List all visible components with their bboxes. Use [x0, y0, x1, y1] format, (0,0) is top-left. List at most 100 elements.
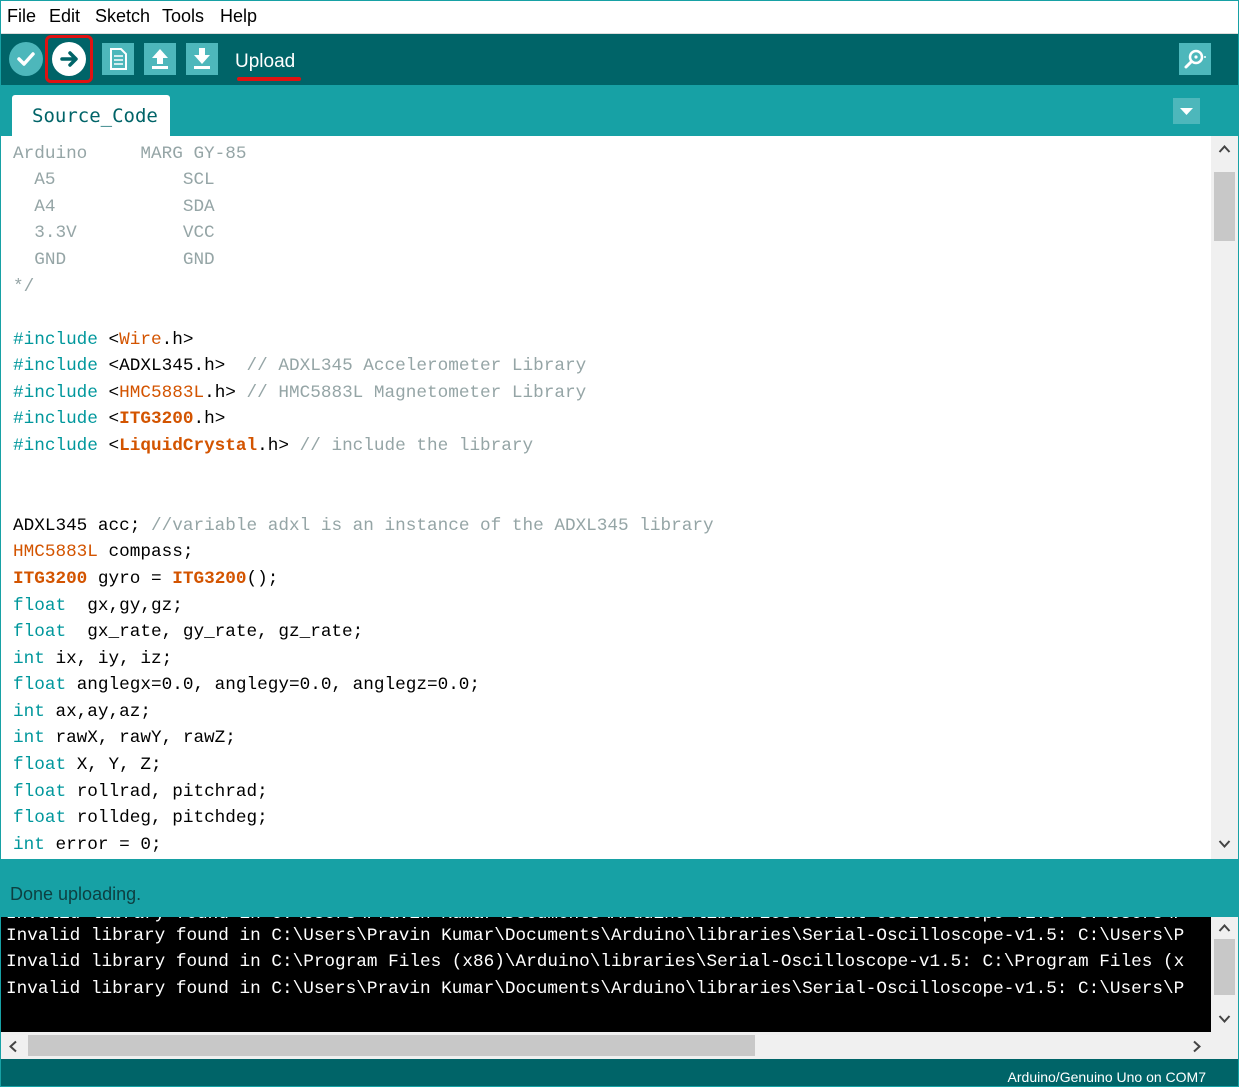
console-line: Invalid library found in C:\Users\Pravin… — [6, 926, 1185, 946]
library-name: ITG3200 — [119, 409, 194, 429]
code-text: gyro = — [87, 569, 173, 589]
code-line: ITG3200 gyro = ITG3200(); — [13, 566, 278, 592]
toolbar: Upload — [1, 34, 1238, 85]
code-line: int rawX, rawY, rawZ; — [13, 725, 236, 751]
status-bar: Done uploading. — [1, 859, 1238, 917]
code-line: GND GND — [13, 250, 215, 270]
library-name: LiquidCrystal — [119, 436, 258, 456]
new-button[interactable] — [102, 43, 134, 75]
library-name: ITG3200 — [13, 569, 88, 589]
preprocessor-keyword: #include — [13, 409, 98, 429]
type-keyword: float — [13, 675, 67, 695]
type-keyword: float — [13, 755, 67, 775]
tab-label: Source_Code — [32, 105, 158, 127]
scroll-down-icon[interactable] — [1218, 1014, 1231, 1024]
code-line: float rolldeg, pitchdeg; — [13, 805, 268, 831]
code-text: ADXL345.h> — [119, 356, 226, 376]
code-line: float rollrad, pitchrad; — [13, 779, 268, 805]
code-line: int error = 0; — [13, 832, 162, 858]
scroll-right-icon[interactable] — [1192, 1040, 1202, 1053]
code-text: gx,gy,gz; — [66, 596, 183, 616]
code-text: anglegx=0.0, anglegy=0.0, anglegz=0.0; — [66, 675, 481, 695]
code-line: float anglegx=0.0, anglegy=0.0, anglegz=… — [13, 672, 480, 698]
board-status-bar: Arduino/Genuino Uno on COM7 — [1, 1059, 1238, 1086]
code-editor[interactable]: Arduino MARG GY-85 A5 SCL A4 SDA 3.3V VC… — [1, 136, 1211, 859]
new-file-icon — [110, 48, 127, 70]
scroll-down-icon[interactable] — [1218, 839, 1231, 849]
code-line: HMC5883L compass; — [13, 539, 193, 565]
code-text: ix, iy, iz; — [44, 649, 173, 669]
code-line: int ax,ay,az; — [13, 699, 151, 725]
type-keyword: int — [13, 835, 45, 855]
library-name: ITG3200 — [172, 569, 247, 589]
code-text: ax,ay,az; — [44, 702, 151, 722]
editor-scroll-thumb[interactable] — [1214, 172, 1235, 241]
scroll-up-icon[interactable] — [1218, 923, 1231, 933]
type-keyword: int — [13, 702, 45, 722]
preprocessor-keyword: #include — [13, 383, 98, 403]
code-comment: //variable adxl is an instance of the AD… — [151, 516, 714, 536]
serial-monitor-button[interactable] — [1179, 43, 1211, 75]
code-comment: // include the library — [289, 436, 534, 456]
code-line: */ — [13, 277, 35, 297]
console-scroll-thumb[interactable] — [1214, 939, 1235, 995]
menu-help[interactable]: Help — [220, 6, 257, 27]
console-line: Invalid library found in C:\Users\Pravin… — [6, 979, 1185, 999]
status-message: Done uploading. — [10, 884, 142, 904]
console-horizontal-scrollbar[interactable] — [1, 1032, 1211, 1059]
tab-source-code[interactable]: Source_Code — [12, 95, 170, 136]
scroll-left-icon[interactable] — [8, 1040, 18, 1053]
verify-button[interactable] — [9, 42, 43, 76]
code-comment: // HMC5883L Magnetometer Library — [235, 383, 587, 403]
code-text: X, Y, Z; — [66, 755, 162, 775]
console-output[interactable]: Invalid library found in C:\Users\Pravin… — [1, 917, 1211, 1032]
code-text: .h> — [204, 383, 236, 403]
menu-tools[interactable]: Tools — [162, 6, 204, 27]
preprocessor-keyword: #include — [13, 356, 98, 376]
library-name: HMC5883L — [13, 542, 98, 562]
tab-strip: Source_Code — [1, 85, 1238, 136]
code-text: rawX, rawY, rawZ; — [44, 728, 236, 748]
editor-vertical-scrollbar[interactable] — [1211, 136, 1238, 859]
code-line: #include <LiquidCrystal.h> // include th… — [13, 436, 534, 456]
code-text: rollrad, pitchrad; — [66, 782, 268, 802]
chevron-down-icon — [1180, 108, 1193, 115]
code-line: Arduino MARG GY-85 — [13, 144, 247, 164]
menu-bar: File Edit Sketch Tools Help — [1, 1, 1238, 34]
menu-file[interactable]: File — [7, 6, 36, 27]
tab-menu-button[interactable] — [1173, 98, 1200, 124]
code-line: A5 SCL — [13, 170, 215, 190]
code-line: #include <ADXL345.h> // ADXL345 Accelero… — [13, 356, 587, 376]
arduino-ide-window: File Edit Sketch Tools Help Upload Sourc… — [0, 0, 1239, 1087]
type-keyword: float — [13, 808, 67, 828]
open-button[interactable] — [144, 43, 176, 75]
upload-highlight-box — [45, 35, 93, 83]
type-keyword: float — [13, 782, 67, 802]
console-vertical-scrollbar[interactable] — [1211, 917, 1238, 1032]
board-port-label: Arduino/Genuino Uno on COM7 — [1007, 1069, 1206, 1085]
code-line: int ix, iy, iz; — [13, 646, 172, 672]
code-line: float gx,gy,gz; — [13, 593, 183, 619]
code-text: .h> — [257, 436, 289, 456]
code-line: A4 SDA — [13, 197, 215, 217]
save-button[interactable] — [186, 43, 218, 75]
code-line: #include <ITG3200.h> — [13, 409, 226, 429]
arrow-up-icon — [152, 49, 168, 69]
code-line: #include <HMC5883L.h> // HMC5883L Magnet… — [13, 383, 587, 403]
code-text: rolldeg, pitchdeg; — [66, 808, 268, 828]
menu-edit[interactable]: Edit — [49, 6, 80, 27]
check-icon — [17, 52, 35, 66]
code-line: float X, Y, Z; — [13, 752, 162, 778]
code-text: ADXL345 acc; — [13, 516, 151, 536]
code-text: compass; — [97, 542, 194, 562]
code-text: gx_rate, gy_rate, gz_rate; — [66, 622, 364, 642]
code-line: float gx_rate, gy_rate, gz_rate; — [13, 619, 363, 645]
code-text: (); — [246, 569, 279, 589]
scroll-up-icon[interactable] — [1218, 144, 1231, 154]
type-keyword: int — [13, 728, 45, 748]
horizontal-scroll-thumb[interactable] — [28, 1035, 755, 1056]
code-text: .h> — [193, 409, 226, 429]
menu-sketch[interactable]: Sketch — [95, 6, 150, 27]
preprocessor-keyword: #include — [13, 436, 98, 456]
upload-label-underline — [237, 77, 301, 81]
